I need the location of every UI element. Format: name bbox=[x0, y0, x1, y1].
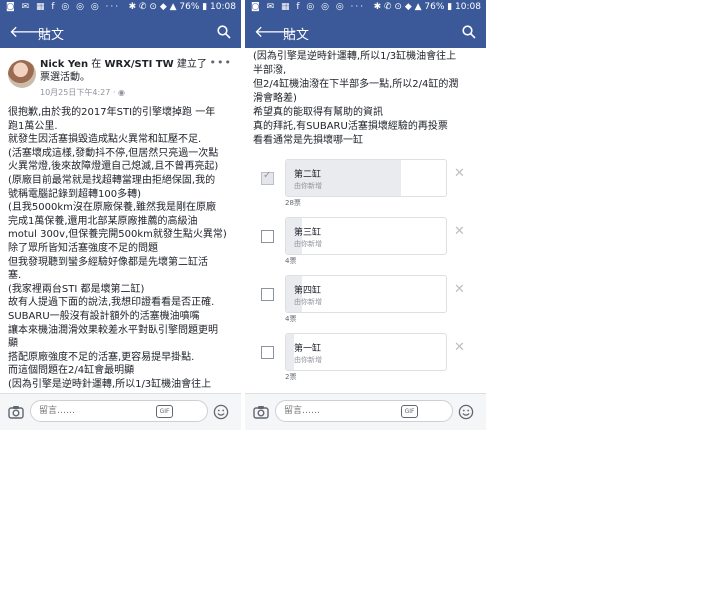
gif-button[interactable]: GIF bbox=[156, 405, 173, 418]
post-content: Nick Yen 在 WRX/STI TW 建立了票選活動。 10月25日下午4… bbox=[0, 48, 241, 393]
post-text-line: motul 300v,但保養完開500km就發生點火異常) bbox=[8, 229, 227, 241]
poll-option-label: 第一缸 bbox=[294, 344, 322, 354]
status-icons-left: ◙ ✉ ▦ f ◎ ◎ ◎ ··· bbox=[251, 2, 366, 12]
post-text-line: 滑會略差) bbox=[253, 93, 297, 104]
remove-option-icon[interactable]: ✕ bbox=[454, 283, 465, 297]
post-text-line: 塞. bbox=[8, 270, 22, 282]
poll-vote-count[interactable]: 2票 bbox=[285, 372, 296, 382]
poll-option[interactable]: 第四缸由你新增 ✕ 4票 bbox=[257, 274, 479, 332]
post-header: Nick Yen 在 WRX/STI TW 建立了票選活動。 10月25日下午4… bbox=[8, 56, 234, 98]
poll-option-label: 第四缸 bbox=[294, 286, 322, 296]
group-name[interactable]: WRX/STI TW bbox=[104, 59, 173, 70]
emoji-icon[interactable] bbox=[458, 404, 474, 420]
poll-option-added-by: 由你新增 bbox=[294, 182, 322, 190]
camera-icon[interactable] bbox=[253, 404, 269, 420]
comment-bar: GIF bbox=[0, 393, 241, 430]
post-text-line: 故有人提過下面的說法,我想印證看看是否正確. bbox=[8, 297, 215, 309]
screenshot-right: ◙ ✉ ▦ f ◎ ◎ ◎ ··· ✱ ✆ ⊙ ◆ ▲ 76% ▮ 10:08 … bbox=[245, 0, 486, 430]
search-icon[interactable] bbox=[462, 25, 476, 39]
poll-option-label: 第二缸 bbox=[294, 170, 322, 180]
status-bar: ◙ ✉ ▦ f ◎ ◎ ◎ ··· ✱ ✆ ⊙ ◆ ▲ 76% ▮ 10:08 bbox=[245, 0, 486, 16]
status-icons-right: ✱ ✆ ⊙ ◆ ▲ 76% ▮ 10:08 bbox=[373, 2, 481, 12]
post-text-line: (活塞壞成這樣,發動抖不停,但居然只亮過一次點 bbox=[8, 147, 219, 159]
more-options-icon[interactable]: ••• bbox=[210, 56, 232, 69]
poll-checkbox[interactable] bbox=[261, 170, 274, 185]
post-text-line: 火異常燈,後來故障燈還自己熄滅,且不曾再亮起) bbox=[8, 161, 219, 173]
post-text-line: 除了眾所皆知活塞強度不足的問題 bbox=[8, 242, 158, 254]
post-body-continued: (因為引擎是逆時針運轉,所以1/3缸機油會往上 半部潑, 但2/4缸機油潑在下半部多… bbox=[253, 50, 481, 148]
emoji-icon[interactable] bbox=[213, 404, 229, 420]
post-text-line: 讓本來機油潤滑效果較差水平對臥引擎問題更明 bbox=[8, 324, 218, 336]
remove-option-icon[interactable]: ✕ bbox=[454, 225, 465, 239]
post-headline: Nick Yen 在 WRX/STI TW 建立了票選活動。 bbox=[40, 58, 216, 84]
status-icons-left: ◙ ✉ ▦ f ◎ ◎ ◎ ··· bbox=[6, 2, 121, 12]
post-text-line: 但我發現聽到蠻多經驗好像都是先壞第二缸活 bbox=[8, 256, 208, 268]
poll-option-label: 第三缸 bbox=[294, 228, 322, 238]
post-text-line: (我家裡兩台STI 都是壞第二缸) bbox=[8, 283, 145, 295]
poll-checkbox[interactable] bbox=[261, 230, 274, 243]
timestamp-text: 10月25日下午4:27 · bbox=[40, 88, 118, 97]
post-text-line: 號稱電腦記錄到超轉100多轉) bbox=[8, 188, 141, 200]
poll-option[interactable]: 第三缸由你新增 ✕ 4票 bbox=[257, 216, 479, 274]
post-timestamp: 10月25日下午4:27 · ◉ bbox=[40, 87, 125, 98]
camera-icon[interactable] bbox=[8, 404, 24, 420]
poll-checkbox[interactable] bbox=[261, 346, 274, 359]
headline-in: 在 bbox=[91, 59, 102, 70]
poll: 第二缸由你新增✕28票第三缸由你新增✕4票第四缸由你新增✕4票第一缸由你新增✕2… bbox=[257, 158, 479, 390]
poll-option-box[interactable]: 第二缸 由你新增 bbox=[285, 159, 447, 197]
privacy-globe-icon: ◉ bbox=[117, 88, 125, 97]
post-text-line: SUBARU一般沒有設計額外的活塞機油噴嘴 bbox=[8, 310, 200, 322]
poll-option-box[interactable]: 第三缸 由你新增 bbox=[285, 217, 447, 255]
post-content-continued: (因為引擎是逆時針運轉,所以1/3缸機油會往上 半部潑, 但2/4缸機油潑在下半部多… bbox=[245, 48, 486, 393]
post-text-line: 看看通常是先損壞哪一缸 bbox=[253, 135, 363, 146]
poll-option[interactable]: 第一缸由你新增 ✕ 2票 bbox=[257, 332, 479, 390]
poll-checkbox[interactable] bbox=[261, 288, 274, 301]
gif-button[interactable]: GIF bbox=[401, 405, 418, 418]
app-bar: 🡐 貼文 bbox=[245, 16, 486, 48]
screenshot-left: ◙ ✉ ▦ f ◎ ◎ ◎ ··· ✱ ✆ ⊙ ◆ ▲ 76% ▮ 10:08 … bbox=[0, 0, 241, 430]
comment-input[interactable] bbox=[30, 400, 208, 422]
post-text-line: 而這個問題在2/4缸會最明顯 bbox=[8, 365, 135, 377]
post-body: 很抱歉,由於我的2017年STI的引擎壞掉跑 一年 跑1萬公里. 就發生因活塞損毀造… bbox=[8, 106, 236, 391]
post-text-line: 跑1萬公里. bbox=[8, 120, 58, 132]
post-text-line: 很抱歉,由於我的2017年STI的引擎壞掉跑 一年 bbox=[8, 107, 216, 118]
search-icon[interactable] bbox=[217, 25, 231, 39]
poll-result-bar bbox=[286, 334, 294, 370]
post-text-line: 希望真的能取得有幫助的資訊 bbox=[253, 107, 383, 118]
app-bar: 🡐 貼文 bbox=[0, 16, 241, 48]
post-text-line: (原廠目前最常就是找超轉當理由拒絕保固,我的 bbox=[8, 174, 216, 186]
comment-input[interactable] bbox=[275, 400, 453, 422]
post-text-line: 顯 bbox=[8, 338, 18, 350]
poll-vote-count[interactable]: 28票 bbox=[285, 198, 301, 208]
post-text-line: (且我5000km沒在原廠保養,雖然我是剛在原廠 bbox=[8, 202, 217, 214]
status-icons-right: ✱ ✆ ⊙ ◆ ▲ 76% ▮ 10:08 bbox=[128, 2, 236, 12]
poll-vote-count[interactable]: 4票 bbox=[285, 314, 296, 324]
post-text-line: 搭配原廠強度不足的活塞,更容易提早掛點. bbox=[8, 351, 195, 363]
poll-vote-count[interactable]: 4票 bbox=[285, 256, 296, 266]
poll-option-added-by: 由你新增 bbox=[294, 298, 322, 306]
avatar[interactable] bbox=[8, 60, 36, 88]
page-title: 貼文 bbox=[283, 28, 310, 43]
page-title: 貼文 bbox=[38, 28, 65, 43]
post-text-line: 完成1萬保養,還用北部某原廠推薦的高級油 bbox=[8, 215, 198, 227]
author-name[interactable]: Nick Yen bbox=[40, 59, 88, 70]
post-text-line: 真的拜託,有SUBARU活塞損壞經驗的再投票 bbox=[253, 121, 448, 132]
post-text-line: 但2/4缸機油潑在下半部多一點,所以2/4缸的潤 bbox=[253, 79, 459, 90]
poll-option-added-by: 由你新增 bbox=[294, 240, 322, 248]
status-bar: ◙ ✉ ▦ f ◎ ◎ ◎ ··· ✱ ✆ ⊙ ◆ ▲ 76% ▮ 10:08 bbox=[0, 0, 241, 16]
post-text-line: 就發生因活塞損毀造成點火異常和缸壓不足. bbox=[8, 134, 202, 146]
poll-option[interactable]: 第二缸由你新增 ✕ 28票 bbox=[257, 158, 479, 216]
poll-option-box[interactable]: 第一缸 由你新增 bbox=[285, 333, 447, 371]
post-text-line: (因為引擎是逆時針運轉,所以1/3缸機油會往上 bbox=[253, 51, 457, 62]
post-text-line: 半部潑, bbox=[253, 65, 287, 76]
poll-option-box[interactable]: 第四缸 由你新增 bbox=[285, 275, 447, 313]
remove-option-icon[interactable]: ✕ bbox=[454, 341, 465, 355]
comment-bar: GIF bbox=[245, 393, 486, 430]
poll-option-added-by: 由你新增 bbox=[294, 356, 322, 364]
remove-option-icon[interactable]: ✕ bbox=[454, 167, 465, 181]
post-text-line: (因為引擎是逆時針運轉,所以1/3缸機油會往上 bbox=[8, 378, 212, 390]
